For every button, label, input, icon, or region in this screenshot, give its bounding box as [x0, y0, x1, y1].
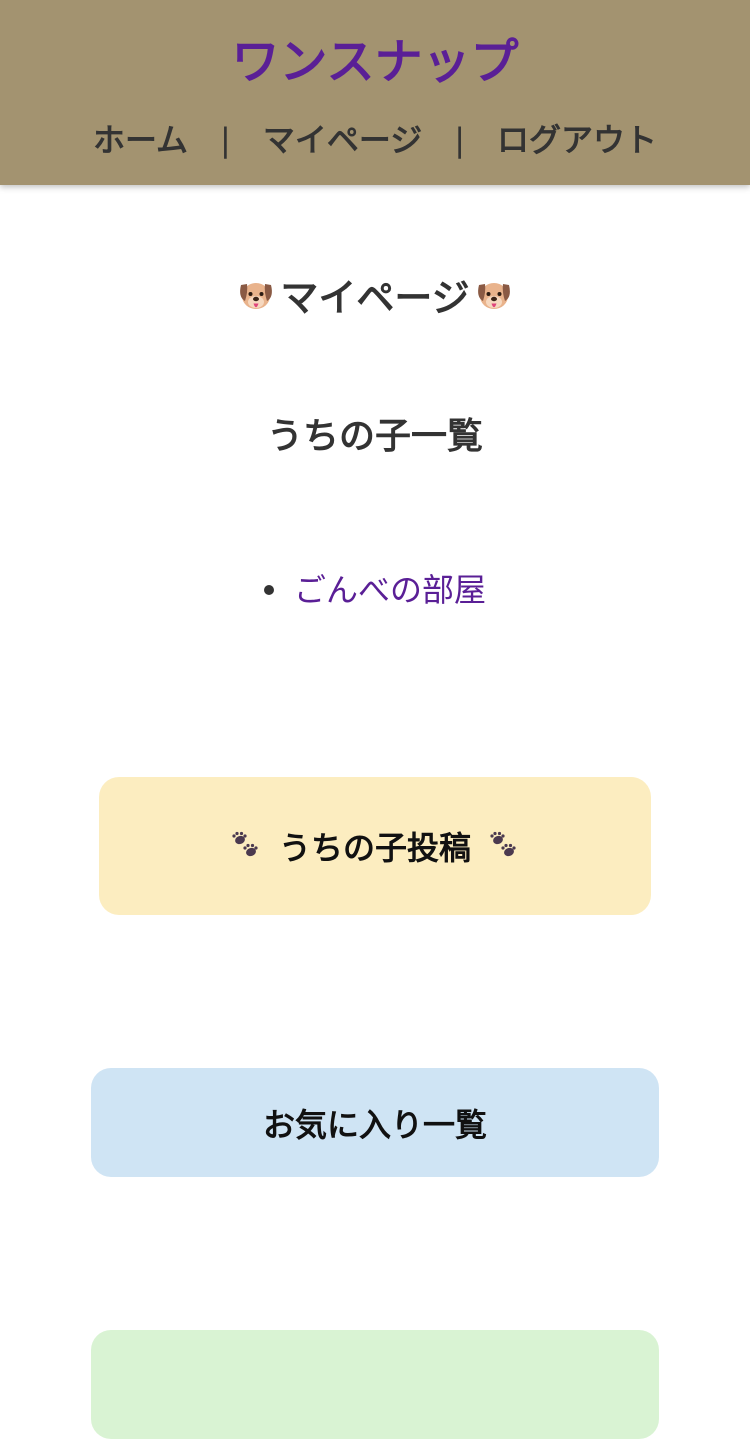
page-title: マイページ [0, 272, 750, 324]
nav-logout-link[interactable]: ログアウト [497, 121, 657, 159]
site-header: ワンスナップ ホーム | マイページ | ログアウト [0, 0, 750, 185]
nav-separator: | [454, 121, 465, 159]
pet-list-heading: うちの子一覧 [266, 416, 483, 457]
nav-mypage-link[interactable]: マイページ [263, 121, 422, 159]
page-title-text: マイページ [280, 276, 470, 320]
paw-prints-icon [489, 831, 519, 861]
pet-room-link[interactable]: ごんべの部屋 [294, 571, 486, 609]
site-title-link[interactable]: ワンスナップ [0, 30, 750, 94]
favorites-button-label: お気に入り一覧 [262, 1105, 487, 1144]
post-pet-button-label: うちの子投稿 [278, 829, 471, 867]
nav-separator: | [220, 121, 231, 159]
dog-face-icon [474, 275, 514, 315]
nav-home-link[interactable]: ホーム [93, 121, 188, 159]
main-nav: ホーム | マイページ | ログアウト [0, 116, 750, 164]
dog-face-icon [236, 275, 276, 315]
post-pet-button[interactable]: うちの子投稿 [99, 777, 651, 915]
next-section-button[interactable] [91, 1330, 659, 1439]
pet-list: ごんべの部屋 [0, 566, 750, 614]
favorites-button[interactable]: お気に入り一覧 [91, 1068, 659, 1177]
list-item: ごんべの部屋 [0, 566, 750, 614]
paw-prints-icon [231, 831, 261, 861]
bullet-icon [263, 585, 274, 595]
